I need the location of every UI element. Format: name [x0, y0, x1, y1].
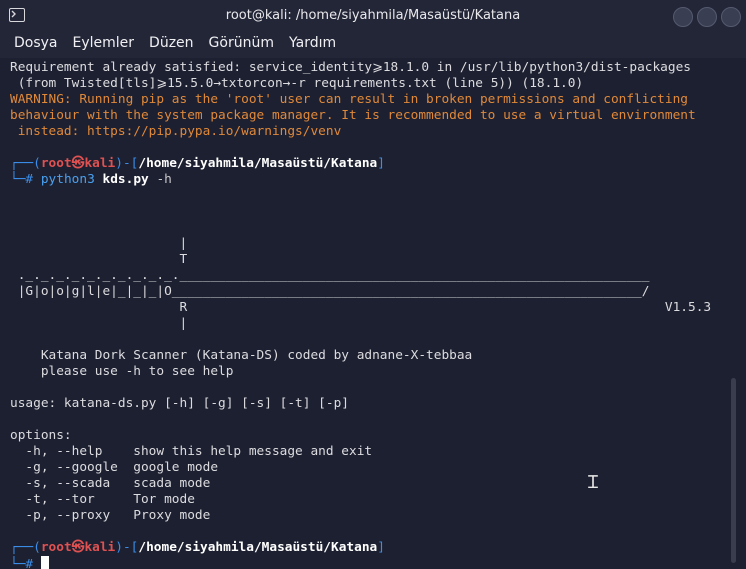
scrollbar[interactable]: [731, 378, 736, 563]
menu-yardim[interactable]: Yardım: [282, 32, 343, 58]
output-line: Requirement already satisfied: service_i…: [10, 60, 692, 75]
option-line: -t, --tor Tor mode: [10, 492, 195, 507]
text-cursor: [40, 556, 49, 569]
banner-line: |G|o|o|g|l|e|_|_|_|O____________________…: [10, 284, 650, 299]
description-line: please use -h to see help: [10, 364, 234, 379]
option-line: -s, --scada scada mode: [10, 476, 211, 491]
prompt-line: ┌──(root㉿kali)-[/home/siyahmila/Masaüstü…: [10, 156, 385, 171]
banner-line: ._._._._._._._._._._.___________________…: [10, 268, 650, 283]
close-button[interactable]: [721, 7, 741, 27]
usage-line: usage: katana-ds.py [-h] [-g] [-s] [-t] …: [10, 396, 349, 411]
menu-eylemler[interactable]: Eylemler: [66, 32, 142, 58]
option-line: -g, --google google mode: [10, 460, 219, 475]
minimize-button[interactable]: [673, 7, 693, 27]
prompt-user: root㉿kali: [40, 156, 116, 171]
warning-line: WARNING: Running pip as the 'root' user …: [10, 92, 688, 107]
command-arg: kds.py: [102, 172, 149, 187]
prompt-path: /home/siyahmila/Masaüstü/Katana: [138, 156, 378, 171]
menu-gorunum[interactable]: Görünüm: [202, 32, 281, 58]
warning-line: instead: https://pip.pypa.io/warnings/ve…: [10, 124, 342, 139]
command-flag: -h: [156, 172, 172, 187]
warning-line: behaviour with the system package manage…: [10, 108, 696, 123]
prompt-path: /home/siyahmila/Masaüstü/Katana: [138, 540, 378, 555]
title-bar[interactable]: root@kali: /home/siyahmila/Masaüstü/Kata…: [0, 0, 746, 32]
terminal-window: root@kali: /home/siyahmila/Masaüstü/Kata…: [0, 0, 746, 569]
command-line: └─# python3 kds.py -h: [10, 172, 172, 187]
menu-bar: Dosya Eylemler Düzen Görünüm Yardım: [0, 32, 746, 58]
option-line: -h, --help show this help message and ex…: [10, 444, 373, 459]
prompt-user: root㉿kali: [40, 540, 116, 555]
banner-line: |: [10, 316, 188, 331]
banner-line: R V1.5.3: [10, 300, 712, 315]
option-line: -p, --proxy Proxy mode: [10, 508, 211, 523]
menu-duzen[interactable]: Düzen: [142, 32, 201, 58]
window-title: root@kali: /home/siyahmila/Masaüstü/Kata…: [225, 8, 521, 23]
maximize-button[interactable]: [697, 7, 717, 27]
menu-dosya[interactable]: Dosya: [7, 32, 65, 58]
ibeam-cursor-icon: Ɪ: [588, 472, 599, 493]
banner-line: |: [10, 236, 188, 251]
terminal-output[interactable]: Requirement already satisfied: service_i…: [0, 58, 746, 569]
description-line: Katana Dork Scanner (Katana-DS) coded by…: [10, 348, 473, 363]
input-line[interactable]: └─#: [10, 556, 711, 569]
output-line: (from Twisted[tls]⩾15.5.0→txtorcon→-r re…: [10, 76, 584, 91]
prompt-line: ┌──(root㉿kali)-[/home/siyahmila/Masaüstü…: [10, 540, 385, 555]
options-header: options:: [10, 428, 72, 443]
banner-line: T: [10, 252, 188, 267]
command-name: python3: [40, 172, 95, 187]
